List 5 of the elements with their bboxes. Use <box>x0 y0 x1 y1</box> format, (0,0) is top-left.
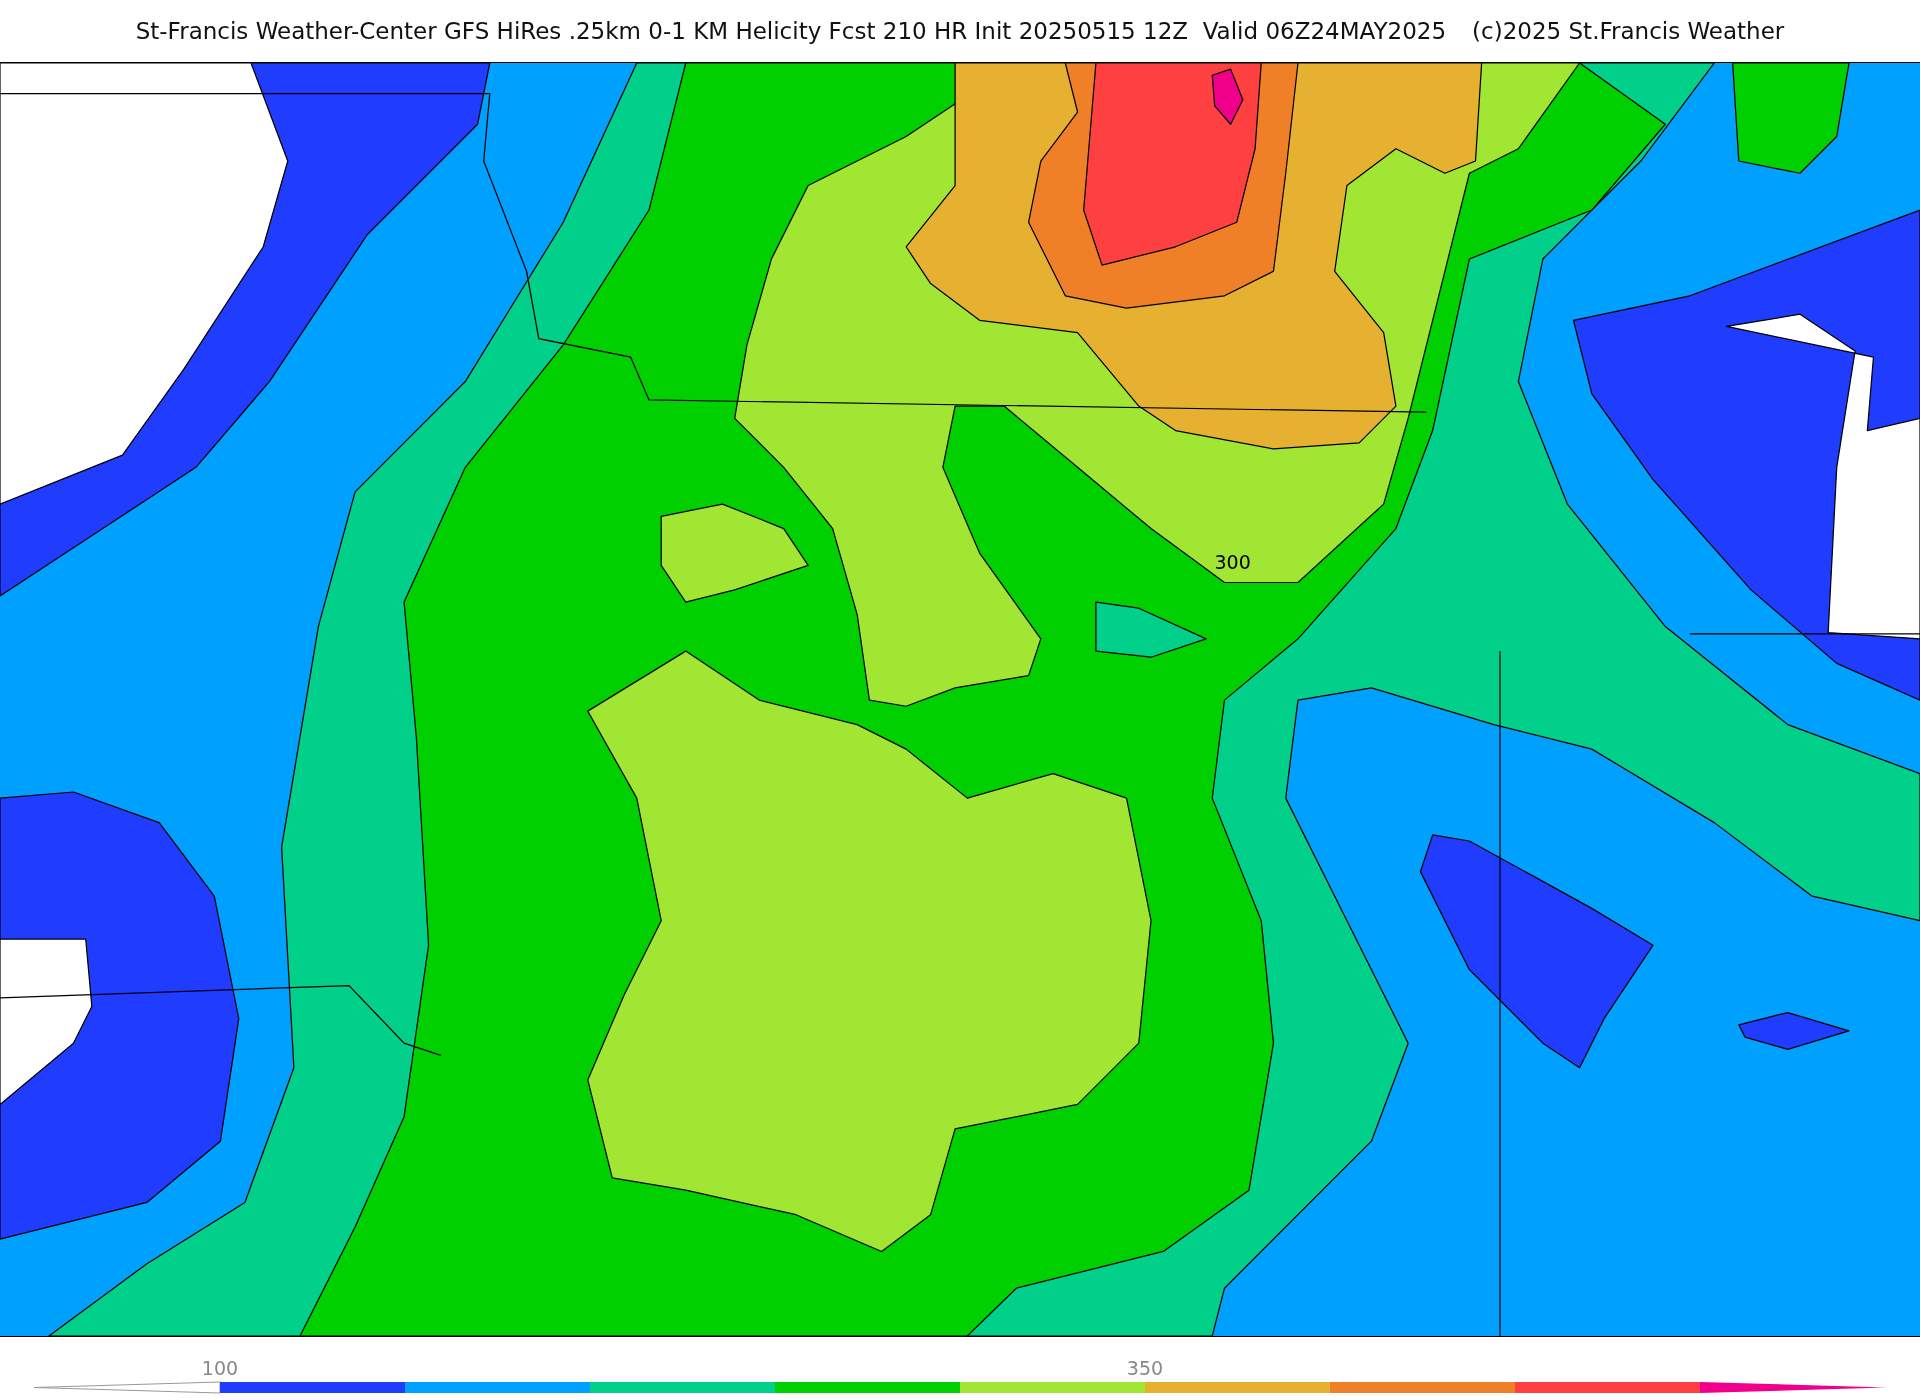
colorbar-tick-label: 350 <box>1126 1357 1164 1379</box>
colorbar-tick-label: 100 <box>201 1357 239 1379</box>
map-title: St-Francis Weather-Center GFS HiRes .25km 0-1 KM Helicity Fcst 210 HR Init 20250515 12Z Valid 06Z24MAY2025 <box>135 18 1447 44</box>
contour-label: 300 <box>1214 551 1251 573</box>
copyright-text: (c)2025 St.Francis Weather <box>1472 18 1785 44</box>
